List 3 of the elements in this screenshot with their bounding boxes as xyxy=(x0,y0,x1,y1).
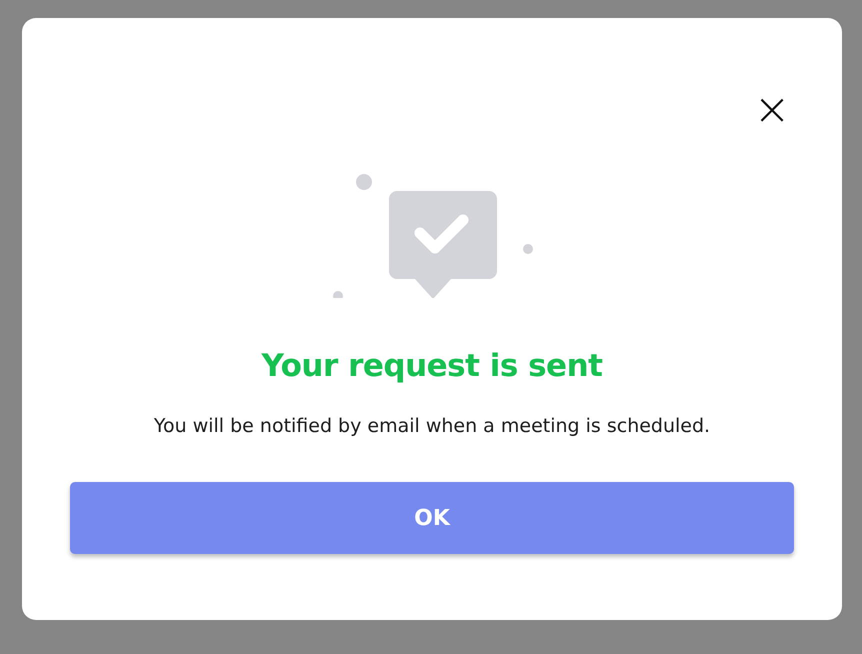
close-button[interactable]: × xyxy=(752,90,792,130)
dialog-message: You will be notified by email when a meeting is scheduled. xyxy=(154,414,710,438)
dialog-title: Your request is sent xyxy=(262,347,602,386)
